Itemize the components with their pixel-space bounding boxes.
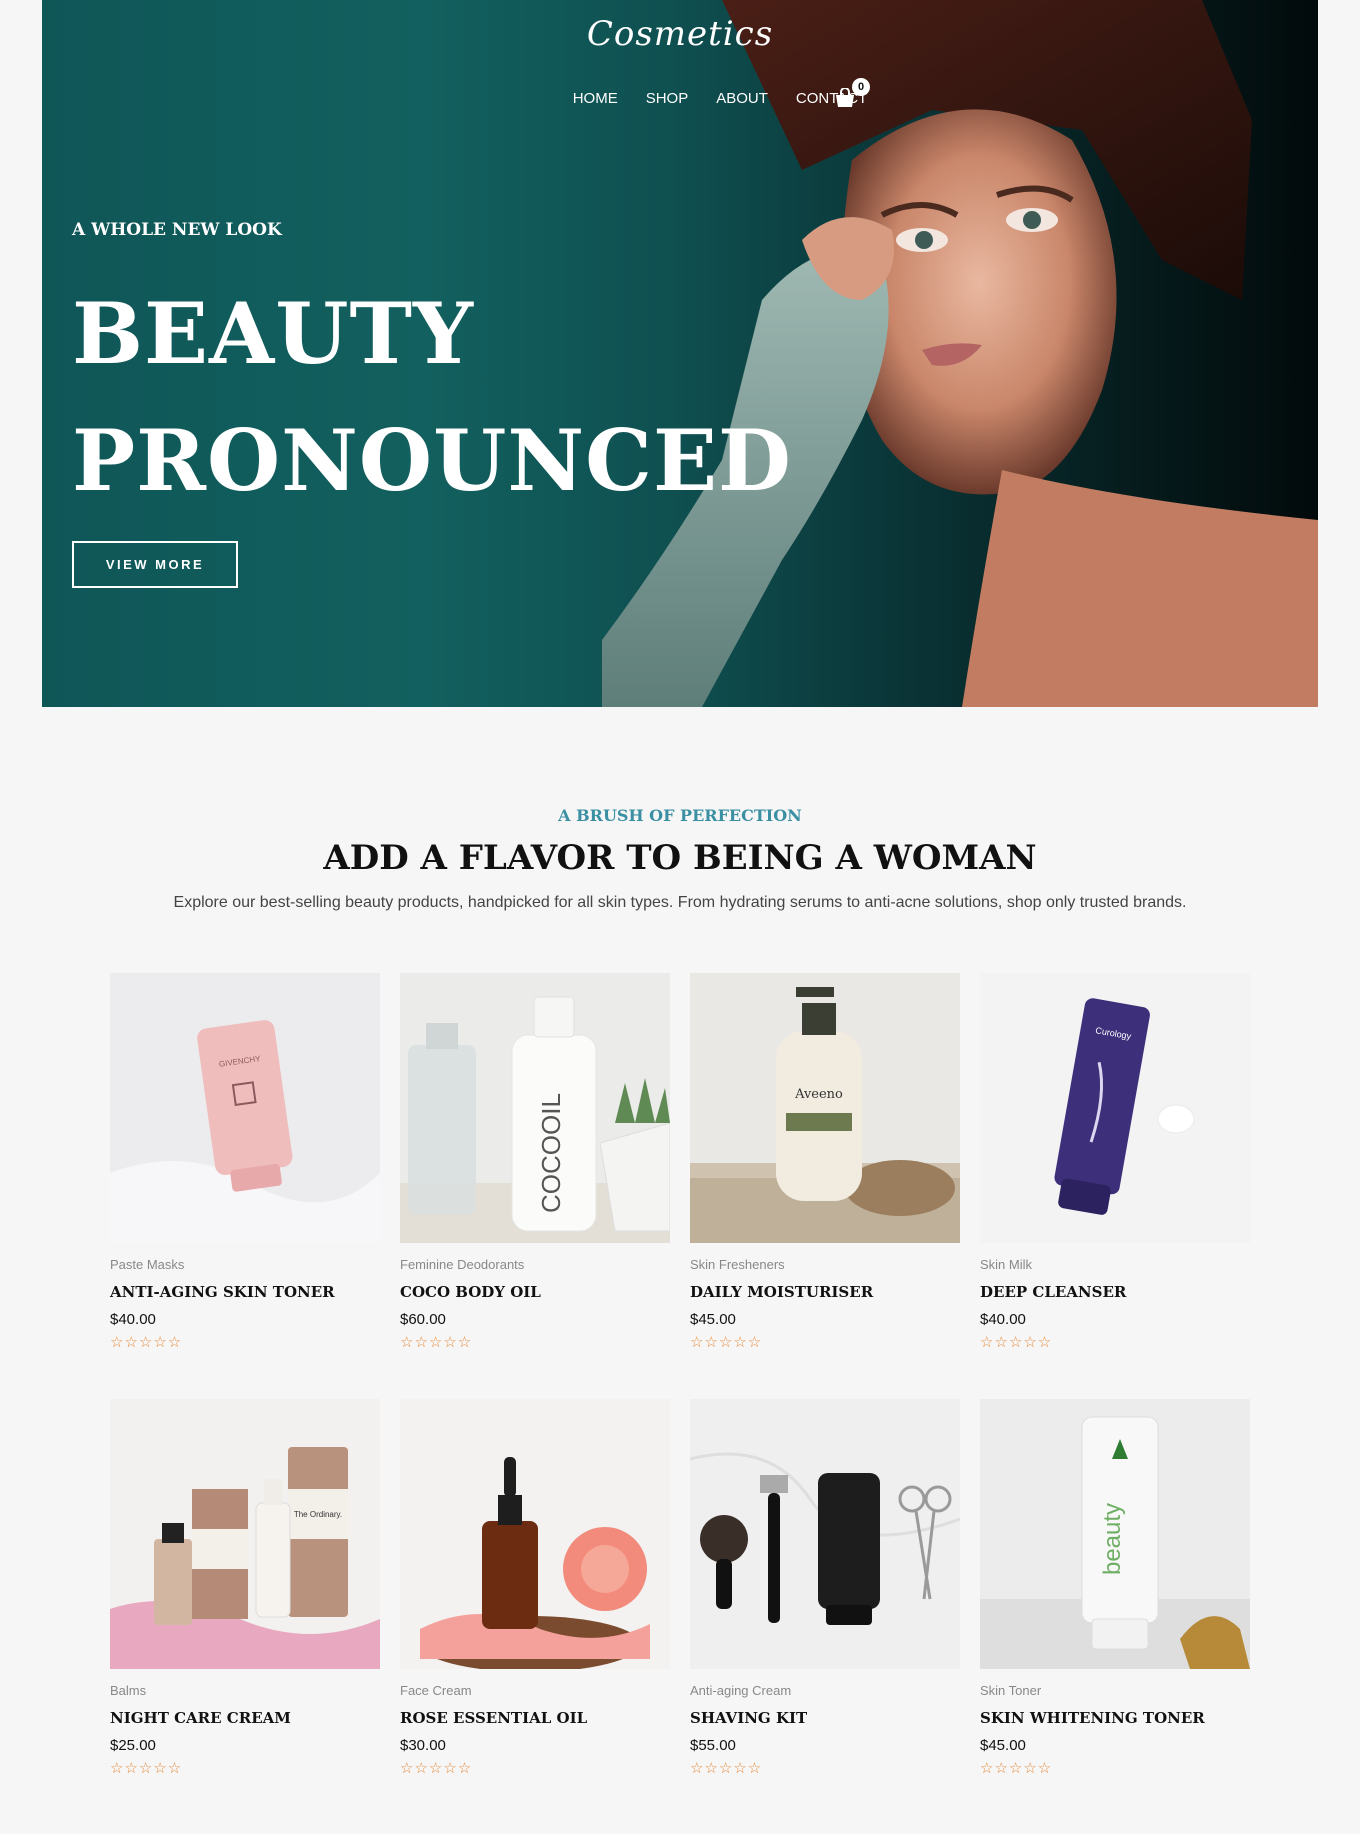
product-card[interactable]: COCOOIL Feminine Deodorants COCO BODY OI… [400,973,670,1357]
section-description: Explore our best-selling beauty products… [173,894,1187,911]
product-name[interactable]: NIGHT CARE CREAM [110,1709,291,1727]
hero-headline: BEAUTY PRONOUNCED [72,270,792,524]
hero-headline-line1: BEAUTY [72,284,474,383]
product-price: $60.00 [400,1311,446,1328]
hero-headline-line2: PRONOUNCED [72,411,792,510]
product-category[interactable]: Feminine Deodorants [400,1257,524,1272]
cart-count-badge: 0 [852,78,870,96]
product-price: $40.00 [110,1311,156,1328]
product-image[interactable]: Curology [980,973,1250,1243]
product-name[interactable]: SKIN WHITENING TONER [980,1709,1205,1727]
product-card[interactable]: Aveeno Skin Fresheners DAILY MOISTURISER… [690,973,960,1357]
product-card[interactable]: Anti-aging Cream SHAVING KIT $55.00 ☆☆☆☆… [690,1399,960,1783]
star-rating: ☆☆☆☆☆ [980,1760,1053,1777]
product-image[interactable] [400,1399,670,1669]
hero-eyebrow: A WHOLE NEW LOOK [72,220,282,240]
product-name[interactable]: ANTI-AGING SKIN TONER [110,1283,335,1301]
product-name[interactable]: COCO BODY OIL [400,1283,541,1301]
star-rating: ☆☆☆☆☆ [690,1334,763,1351]
product-label-text: beauty [1099,1503,1126,1575]
product-category[interactable]: Skin Milk [980,1257,1032,1272]
product-card[interactable]: Curology Skin Milk DEEP CLEANSER $40.00 … [980,973,1250,1357]
product-category[interactable]: Balms [110,1683,146,1698]
product-price: $45.00 [690,1311,736,1328]
product-label-text: COCOOIL [536,1093,566,1213]
star-rating: ☆☆☆☆☆ [400,1334,473,1351]
view-more-button[interactable]: VIEW MORE [72,541,238,588]
product-image[interactable]: beauty [980,1399,1250,1669]
product-price: $40.00 [980,1311,1026,1328]
product-price: $30.00 [400,1737,446,1754]
product-category[interactable]: Skin Toner [980,1683,1041,1698]
hero-banner: Cosmetics HOME SHOP ABOUT CONTACT 0 A WH… [42,0,1318,707]
nav-home[interactable]: HOME [573,90,618,107]
product-image[interactable]: GIVENCHY [110,973,380,1243]
star-rating: ☆☆☆☆☆ [980,1334,1053,1351]
product-image[interactable] [690,1399,960,1669]
brand-logo[interactable]: Cosmetics [42,14,1318,54]
product-label-text: Aveeno [794,1087,843,1102]
product-name[interactable]: ROSE ESSENTIAL OIL [400,1709,587,1727]
product-category[interactable]: Paste Masks [110,1257,184,1272]
main-nav: HOME SHOP ABOUT CONTACT [42,90,1318,107]
star-rating: ☆☆☆☆☆ [690,1760,763,1777]
product-name[interactable]: SHAVING KIT [690,1709,807,1727]
section-title: ADD A FLAVOR TO BEING A WOMAN [323,838,1037,878]
nav-about[interactable]: ABOUT [716,90,768,107]
product-price: $45.00 [980,1737,1026,1754]
product-image[interactable]: Aveeno [690,973,960,1243]
section-eyebrow: A BRUSH OF PERFECTION [558,806,802,825]
product-category[interactable]: Face Cream [400,1683,472,1698]
product-label-text: The Ordinary. [294,1510,342,1519]
nav-shop[interactable]: SHOP [646,90,689,107]
product-name[interactable]: DAILY MOISTURISER [690,1283,873,1301]
product-grid: GIVENCHY Paste Masks ANTI-AGING SKIN TON… [110,973,1250,1783]
product-card[interactable]: GIVENCHY Paste Masks ANTI-AGING SKIN TON… [110,973,380,1357]
product-card[interactable]: Face Cream ROSE ESSENTIAL OIL $30.00 ☆☆☆… [400,1399,670,1783]
product-card[interactable]: The Ordinary. Balms NIGHT CARE CREAM $25… [110,1399,380,1783]
star-rating: ☆☆☆☆☆ [110,1334,183,1351]
star-rating: ☆☆☆☆☆ [400,1760,473,1777]
product-card[interactable]: beauty Skin Toner SKIN WHITENING TONER $… [980,1399,1250,1783]
product-category[interactable]: Anti-aging Cream [690,1683,791,1698]
product-image[interactable]: The Ordinary. [110,1399,380,1669]
star-rating: ☆☆☆☆☆ [110,1760,183,1777]
product-name[interactable]: DEEP CLEANSER [980,1283,1126,1301]
product-price: $55.00 [690,1737,736,1754]
product-image[interactable]: COCOOIL [400,973,670,1243]
product-price: $25.00 [110,1737,156,1754]
product-category[interactable]: Skin Fresheners [690,1257,785,1272]
